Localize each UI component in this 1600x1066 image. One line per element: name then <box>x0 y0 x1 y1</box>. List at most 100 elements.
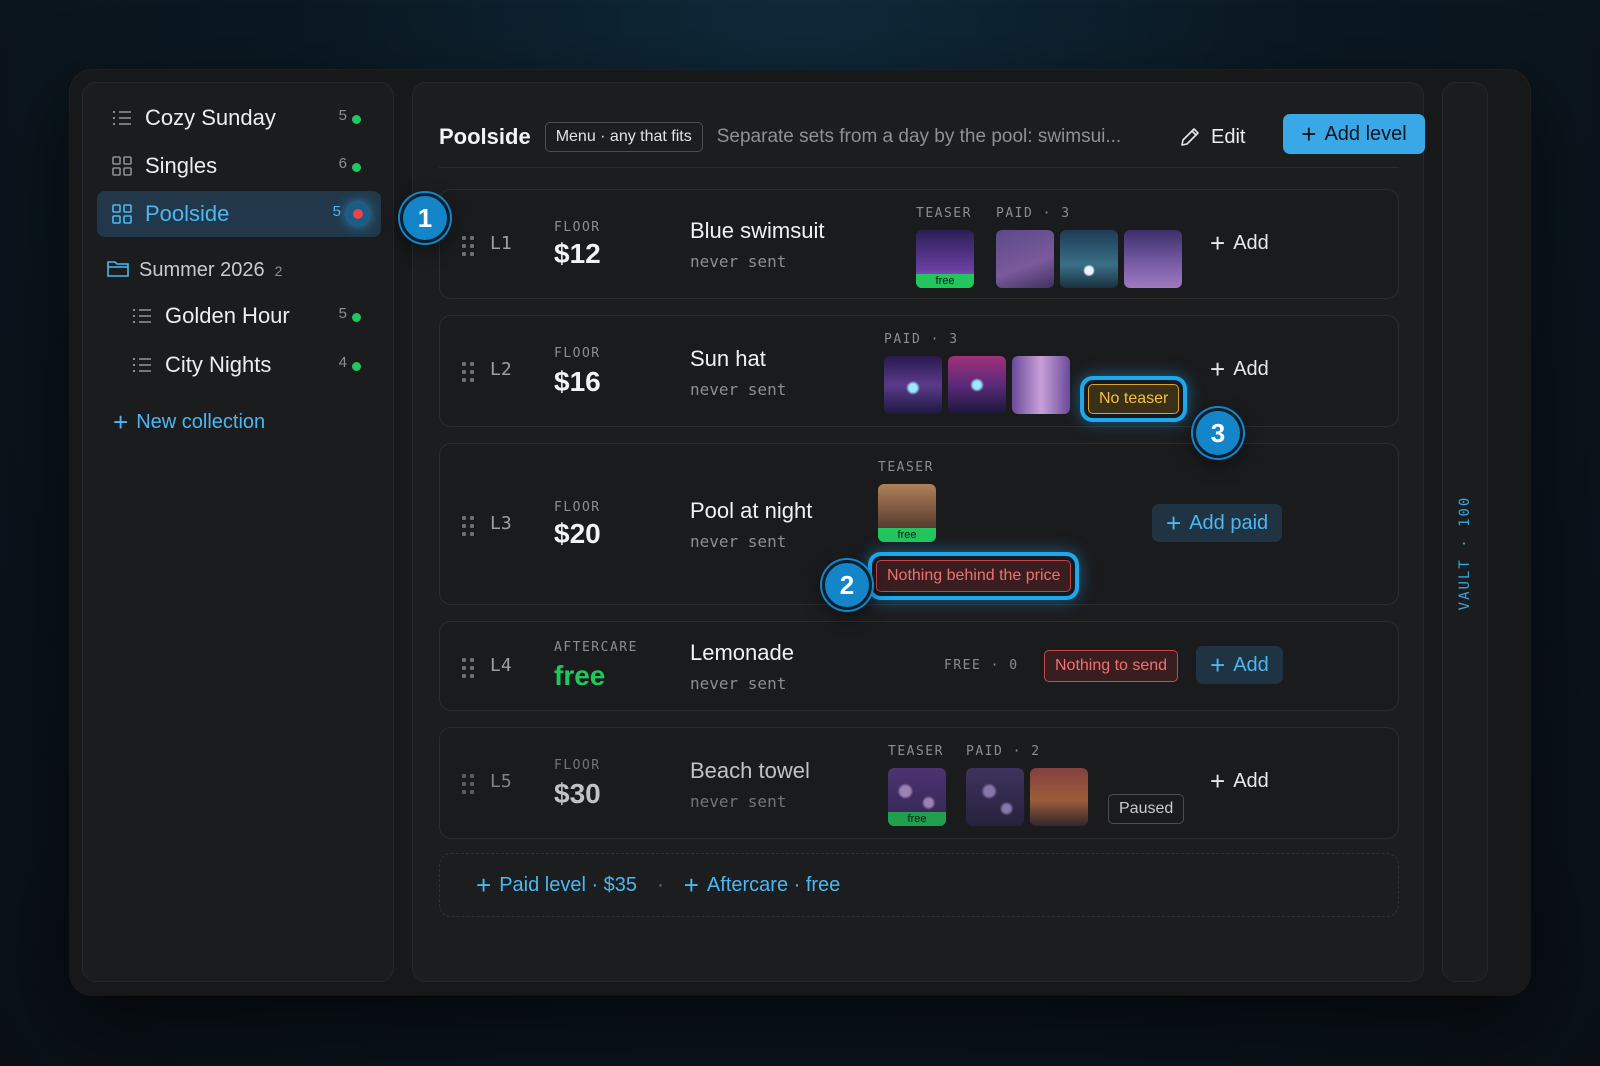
nothing-behind-price-error-badge: Nothing behind the price <box>876 560 1072 592</box>
add-label: Add <box>1233 769 1269 792</box>
menu-chip[interactable]: Menu · any that fits <box>544 122 703 152</box>
add-paid-level-link[interactable]: Paid level · $35 <box>499 874 637 897</box>
sidebar: Cozy Sunday 5 Singles 6 Poolside 5 Summe… <box>82 82 394 982</box>
drag-handle-icon[interactable] <box>462 516 474 536</box>
new-collection-button[interactable]: + New collection <box>113 409 265 435</box>
add-button[interactable]: + Add <box>1210 230 1269 256</box>
edit-button[interactable]: Edit <box>1179 126 1245 149</box>
sidebar-item-label: Golden Hour <box>165 303 290 328</box>
paid-thumbnail[interactable] <box>1012 356 1070 414</box>
level-row[interactable]: L5 FLOOR $30 Beach towel never sent TEAS… <box>439 727 1399 839</box>
level-id: L2 <box>490 359 512 380</box>
folder-summer-2026[interactable]: Summer 2026 2 <box>107 259 282 282</box>
sidebar-item-label: City Nights <box>165 352 272 377</box>
sent-status: never sent <box>690 674 787 693</box>
level-tier: FLOOR <box>554 220 601 235</box>
drag-handle-icon[interactable] <box>462 236 474 256</box>
numbered-list-icon <box>111 107 133 129</box>
paid-thumbnail[interactable] <box>966 768 1024 826</box>
plus-icon: + <box>1210 228 1226 258</box>
status-dot <box>352 313 361 322</box>
level-tier: FLOOR <box>554 758 601 773</box>
paid-thumbnail[interactable] <box>996 230 1054 288</box>
drag-handle-icon[interactable] <box>462 362 474 382</box>
callout-badge-2: 2 <box>822 560 872 610</box>
callout-badge-1: 1 <box>400 193 450 243</box>
add-level-shortcuts: + Paid level · $35 · + Aftercare · free <box>439 853 1399 917</box>
teaser-thumbnail[interactable]: free <box>888 768 946 826</box>
level-row[interactable]: L4 AFTERCARE free Lemonade never sent FR… <box>439 621 1399 711</box>
level-name: Lemonade <box>690 640 794 665</box>
sidebar-item-golden-hour[interactable]: Golden Hour 5 <box>117 293 381 339</box>
teaser-label: TEASER <box>916 206 972 221</box>
paid-label: PAID · 2 <box>966 744 1041 759</box>
sent-status: never sent <box>690 380 787 399</box>
paused-status-badge: Paused <box>1108 794 1185 824</box>
new-collection-label: New collection <box>136 410 266 433</box>
add-label: Add <box>1233 653 1269 676</box>
level-price: free <box>554 660 606 691</box>
vault-label: VAULT · 100 <box>1457 495 1473 611</box>
add-aftercare-link[interactable]: Aftercare · free <box>707 874 840 897</box>
app-window: Cozy Sunday 5 Singles 6 Poolside 5 Summe… <box>70 70 1530 995</box>
plus-icon: + <box>683 870 699 900</box>
add-button[interactable]: + Add <box>1210 356 1269 382</box>
paid-thumbnail[interactable] <box>948 356 1006 414</box>
drag-handle-icon[interactable] <box>462 774 474 794</box>
folder-count: 2 <box>274 262 283 279</box>
plus-icon: + <box>1166 508 1182 538</box>
sidebar-item-label: Cozy Sunday <box>145 105 276 130</box>
level-tier: FLOOR <box>554 500 601 515</box>
nothing-to-send-error-badge: Nothing to send <box>1044 650 1179 682</box>
level-price: $20 <box>554 518 601 549</box>
separator: · <box>657 873 664 896</box>
callout-badge-3: 3 <box>1193 408 1243 458</box>
main-panel: Poolside Menu · any that fits Separate s… <box>412 82 1425 982</box>
paid-thumbnail[interactable] <box>1124 230 1182 288</box>
level-row[interactable]: L3 FLOOR $20 Pool at night never sent TE… <box>439 443 1399 605</box>
sent-status: never sent <box>690 532 787 551</box>
add-button[interactable]: + Add <box>1210 768 1269 794</box>
level-id: L5 <box>490 771 512 792</box>
pencil-icon <box>1179 126 1201 148</box>
level-tier: FLOOR <box>554 346 601 361</box>
item-count: 4 <box>338 354 347 371</box>
level-row[interactable]: L1 FLOOR $12 Blue swimsuit never sent TE… <box>439 189 1399 299</box>
free-tag: free <box>916 274 974 288</box>
numbered-list-icon <box>131 354 153 376</box>
sidebar-item-label: Singles <box>145 153 218 178</box>
level-price: $30 <box>554 778 601 809</box>
paid-thumbnail[interactable] <box>1030 768 1088 826</box>
free-tag: free <box>878 528 936 542</box>
level-id: L1 <box>490 233 512 254</box>
vault-rail[interactable]: VAULT · 100 <box>1442 82 1488 982</box>
edit-label: Edit <box>1211 125 1246 148</box>
sidebar-item-city-nights[interactable]: City Nights 4 <box>117 342 381 388</box>
sidebar-item-poolside[interactable]: Poolside 5 <box>97 191 381 237</box>
page-title: Poolside <box>439 124 531 149</box>
drag-handle-icon[interactable] <box>462 658 474 678</box>
teaser-label: TEASER <box>888 744 944 759</box>
level-price: $16 <box>554 366 601 397</box>
alert-dot <box>347 203 369 225</box>
sidebar-item-singles[interactable]: Singles 6 <box>97 143 381 189</box>
grid-icon <box>111 203 133 225</box>
collection-description: Separate sets from a day by the pool: sw… <box>716 126 1122 147</box>
add-paid-label: Add paid <box>1189 511 1269 534</box>
add-button[interactable]: + Add <box>1196 646 1283 684</box>
status-dot <box>352 362 361 371</box>
no-teaser-warning-badge: No teaser <box>1088 384 1180 414</box>
teaser-label: TEASER <box>878 460 934 475</box>
sidebar-item-cozy-sunday[interactable]: Cozy Sunday 5 <box>97 95 381 141</box>
teaser-thumbnail[interactable]: free <box>878 484 936 542</box>
add-paid-button[interactable]: + Add paid <box>1152 504 1283 542</box>
level-row[interactable]: L2 FLOOR $16 Sun hat never sent PAID · 3… <box>439 315 1399 427</box>
teaser-thumbnail[interactable]: free <box>916 230 974 288</box>
item-count: 5 <box>338 305 347 322</box>
level-id: L3 <box>490 513 512 534</box>
paid-thumbnail[interactable] <box>884 356 942 414</box>
paid-thumbnail[interactable] <box>1060 230 1118 288</box>
status-dot <box>352 115 361 124</box>
add-level-button[interactable]: + Add level <box>1283 114 1425 154</box>
free-label: FREE · 0 <box>944 658 1019 673</box>
